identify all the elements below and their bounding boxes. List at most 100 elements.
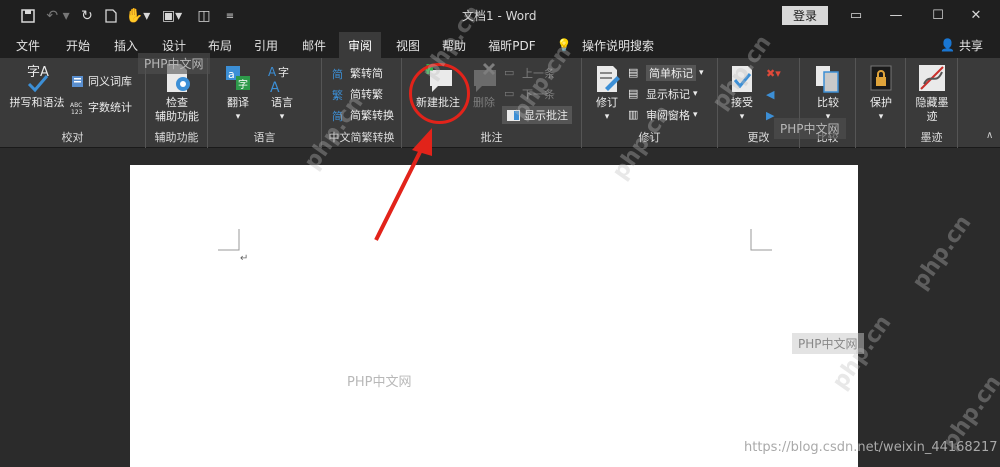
- show-markup-icon: ▤: [628, 86, 639, 100]
- traditional-icon: 繁: [332, 88, 343, 102]
- show-markup-dropdown-icon: ▾: [693, 89, 698, 99]
- tab-file[interactable]: 文件: [8, 32, 48, 58]
- title-bar: ↶ ▾ ↻ ✋▾ ▣▾ ◫ ≡ 文档1 - Word 登录 ▭ — ☐ ✕: [0, 0, 1000, 32]
- annotation-highlight-circle: [409, 63, 470, 124]
- show-comments-label: 显示批注: [524, 109, 568, 122]
- tab-mailings[interactable]: 邮件: [294, 32, 334, 58]
- hide-ink-icon: [919, 65, 945, 91]
- touch-mode-icon[interactable]: ✋▾: [124, 6, 152, 26]
- svg-text:ABC: ABC: [70, 102, 82, 109]
- tab-foxit-pdf[interactable]: 福昕PDF: [484, 32, 540, 58]
- thesaurus-button[interactable]: 同义词库: [70, 72, 132, 90]
- show-markup-button[interactable]: ▤ 显示标记 ▾: [628, 85, 698, 103]
- svg-text:a: a: [228, 68, 235, 81]
- tell-me-search[interactable]: 操作说明搜索: [580, 32, 656, 58]
- markup-icon: ▤: [628, 65, 639, 79]
- group-tracking: 修订 ▾ ▤ 简单标记 ▾ ▤ 显示标记 ▾ ▥ 审阅窗格 ▾ 修订: [582, 58, 718, 148]
- compare-label: 比较: [817, 96, 839, 109]
- source-credit: https://blog.csdn.net/weixin_44168217: [744, 440, 998, 455]
- tab-review[interactable]: 审阅: [339, 32, 381, 58]
- lock-icon: [870, 65, 892, 91]
- customize-icon[interactable]: ≡: [222, 6, 238, 26]
- track-changes-label: 修订: [596, 96, 618, 109]
- watermark: PHP中文网: [138, 53, 210, 74]
- translate-button[interactable]: a字 翻译 ▾: [218, 62, 258, 124]
- login-button[interactable]: 登录: [782, 6, 828, 25]
- previous-comment-label: 上一条: [522, 67, 555, 80]
- reviewing-pane-icon: ▥: [628, 107, 639, 121]
- format-icon[interactable]: ▣▾: [158, 6, 186, 26]
- spelling-label: 拼写和语法: [9, 96, 65, 109]
- margin-corner-right: [750, 229, 772, 251]
- track-changes-icon: [597, 66, 620, 92]
- collapse-ribbon-icon[interactable]: ∧: [986, 130, 993, 141]
- group-label-accessibility: 辅助功能: [154, 131, 199, 144]
- show-comments-button[interactable]: 显示批注: [502, 106, 572, 124]
- conversion-icon: 简: [332, 109, 343, 123]
- window-title: 文档1 - Word: [462, 9, 537, 23]
- ribbon-display-options-button[interactable]: ▭: [836, 4, 876, 26]
- markup-mode-select[interactable]: ▤ 简单标记 ▾: [628, 64, 704, 82]
- show-markup-label: 显示标记: [646, 88, 690, 101]
- hide-ink-button[interactable]: 隐藏墨 迹: [910, 62, 954, 124]
- next-comment-button[interactable]: ▭ 下一条: [504, 85, 555, 103]
- reject-button[interactable]: ✖▾: [766, 64, 781, 82]
- minimize-button[interactable]: —: [876, 4, 916, 26]
- language-dropdown-icon: ▾: [279, 112, 285, 122]
- word-count-label: 字数统计: [88, 101, 132, 114]
- protect-button[interactable]: 保护 ▾: [864, 62, 898, 124]
- redo-icon[interactable]: ↻: [78, 6, 96, 26]
- tab-help[interactable]: 帮助: [434, 32, 474, 58]
- translate-icon: a字: [226, 66, 250, 91]
- to-traditional-button[interactable]: 繁 简转繁: [332, 85, 383, 103]
- spelling-grammar-button[interactable]: 字A 拼写和语法: [6, 62, 68, 110]
- paragraph-mark-icon: ↵: [240, 253, 249, 264]
- hide-ink-label: 隐藏墨 迹: [915, 96, 949, 123]
- group-label-language: 语言: [253, 131, 276, 144]
- group-protect: 保护 ▾: [856, 58, 906, 148]
- group-ink: 隐藏墨 迹 墨迹: [906, 58, 958, 148]
- document-page[interactable]: ↵ PHP中文网: [130, 165, 858, 467]
- track-changes-button[interactable]: 修订 ▾: [590, 62, 624, 124]
- tab-view[interactable]: 视图: [388, 32, 428, 58]
- delete-comment-button[interactable]: 删除: [466, 62, 502, 110]
- next-comment-label: 下一条: [522, 88, 555, 101]
- markup-dropdown-icon: ▾: [699, 68, 704, 78]
- reviewing-pane-button[interactable]: ▥ 审阅窗格 ▾: [628, 106, 698, 124]
- tab-home[interactable]: 开始: [58, 32, 98, 58]
- to-simplified-button[interactable]: 简 繁转简: [332, 64, 383, 82]
- compare-icon: [816, 66, 839, 93]
- previous-change-button[interactable]: ◀: [766, 85, 774, 103]
- accept-label: 接受: [731, 96, 753, 109]
- group-label-proofing: 校对: [61, 131, 84, 144]
- tab-references[interactable]: 引用: [246, 32, 286, 58]
- previous-comment-button[interactable]: ▭ 上一条: [504, 64, 555, 82]
- word-count-button[interactable]: ABC 123 字数统计: [70, 98, 132, 116]
- undo-icon[interactable]: ↶ ▾: [44, 6, 72, 26]
- compare-button[interactable]: 比较 ▾: [810, 62, 846, 124]
- maximize-button[interactable]: ☐: [918, 4, 958, 26]
- close-button[interactable]: ✕: [956, 4, 996, 26]
- svg-text:A: A: [270, 80, 280, 94]
- save-icon[interactable]: [18, 6, 38, 26]
- book-icon: [72, 75, 83, 87]
- protect-label: 保护: [870, 96, 892, 109]
- accept-button[interactable]: 接受 ▾: [724, 62, 760, 124]
- language-button[interactable]: A字A 语言 ▾: [262, 62, 302, 124]
- show-comments-icon: [507, 109, 520, 121]
- word-count-icon: ABC123: [70, 102, 83, 115]
- delete-comment-label: 删除: [473, 96, 495, 109]
- new-doc-icon[interactable]: [102, 6, 120, 26]
- markup-mode-label: 简单标记: [646, 65, 696, 81]
- watermark: PHP中文网: [774, 118, 846, 139]
- group-label-ink: 墨迹: [920, 131, 943, 144]
- watermark: PHP中文网: [792, 333, 864, 354]
- svg-text:123: 123: [71, 109, 83, 115]
- reviewing-pane-dropdown-icon: ▾: [693, 110, 698, 120]
- page-icon[interactable]: ◫: [194, 6, 214, 26]
- simplified-icon: 简: [332, 67, 343, 81]
- language-icon: A 字A: [268, 65, 289, 94]
- protect-dropdown-icon: ▾: [878, 112, 884, 122]
- share-button[interactable]: 👤 共享: [940, 32, 983, 58]
- watermark: PHP中文网: [347, 375, 412, 390]
